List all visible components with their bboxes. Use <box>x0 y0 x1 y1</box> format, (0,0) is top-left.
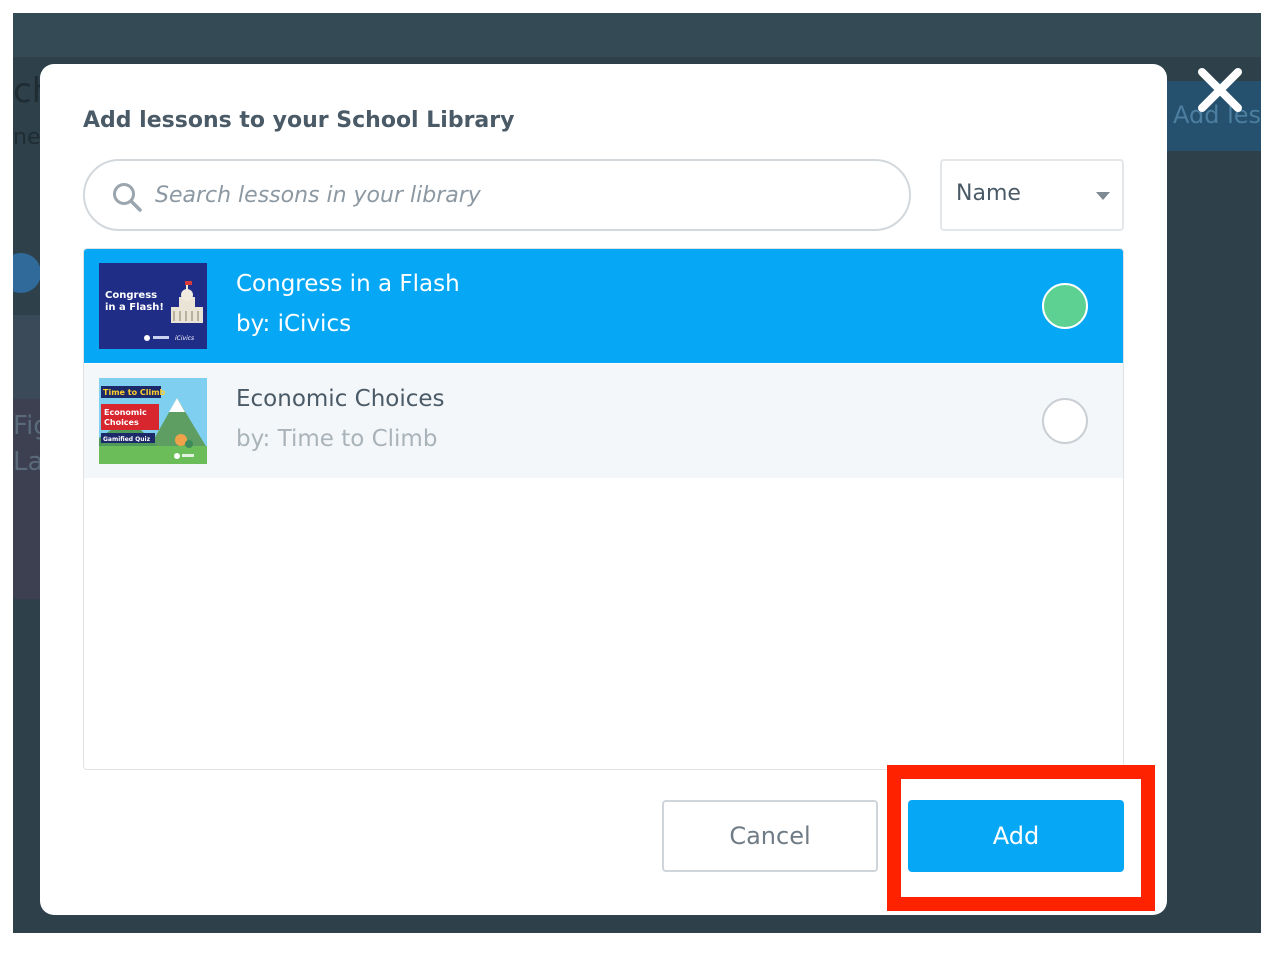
lesson-thumbnail: Time to Climb Economic Choices Gamified … <box>99 378 207 464</box>
close-icon[interactable] <box>1196 66 1244 114</box>
lesson-thumbnail: Congress in a Flash! iCivics <box>99 263 207 349</box>
search-input[interactable] <box>155 175 875 215</box>
lesson-author: by: Time to Climb <box>236 426 438 452</box>
lesson-title: Congress in a Flash <box>236 271 460 297</box>
lesson-title: Economic Choices <box>236 386 445 412</box>
search-icon <box>113 183 142 212</box>
cancel-button[interactable]: Cancel <box>662 800 878 872</box>
svg-text:in a Flash!: in a Flash! <box>105 302 164 313</box>
lesson-select-radio[interactable] <box>1042 398 1088 444</box>
lesson-row-congress-in-a-flash[interactable]: Congress in a Flash! iCivics Congress in… <box>84 249 1123 363</box>
sort-dropdown[interactable]: Name <box>940 159 1124 231</box>
svg-text:Economic: Economic <box>104 408 147 417</box>
lesson-row-economic-choices[interactable]: Time to Climb Economic Choices Gamified … <box>84 364 1123 478</box>
background-header <box>13 13 1261 57</box>
lesson-author: by: iCivics <box>236 311 352 337</box>
sort-selected-value: Name <box>956 181 1021 206</box>
svg-text:Choices: Choices <box>104 418 139 427</box>
thumbnail-brand-text: iCivics <box>175 335 194 342</box>
search-field[interactable] <box>83 159 911 231</box>
chevron-down-icon <box>1096 192 1110 200</box>
lesson-select-radio[interactable] <box>1042 283 1088 329</box>
thumbnail-banner-text: Time to Climb <box>103 388 166 397</box>
thumbnail-caption-text: Gamified Quiz <box>103 436 151 443</box>
dialog-title: Add lessons to your School Library <box>83 108 515 133</box>
background-avatar <box>13 253 41 293</box>
background-text: La <box>13 447 44 477</box>
svg-text:Congress: Congress <box>105 290 157 301</box>
add-button[interactable]: Add <box>908 800 1124 872</box>
add-lessons-dialog: Add lessons to your School Library Name … <box>40 64 1167 915</box>
lesson-list: Congress in a Flash! iCivics Congress in… <box>83 248 1124 770</box>
